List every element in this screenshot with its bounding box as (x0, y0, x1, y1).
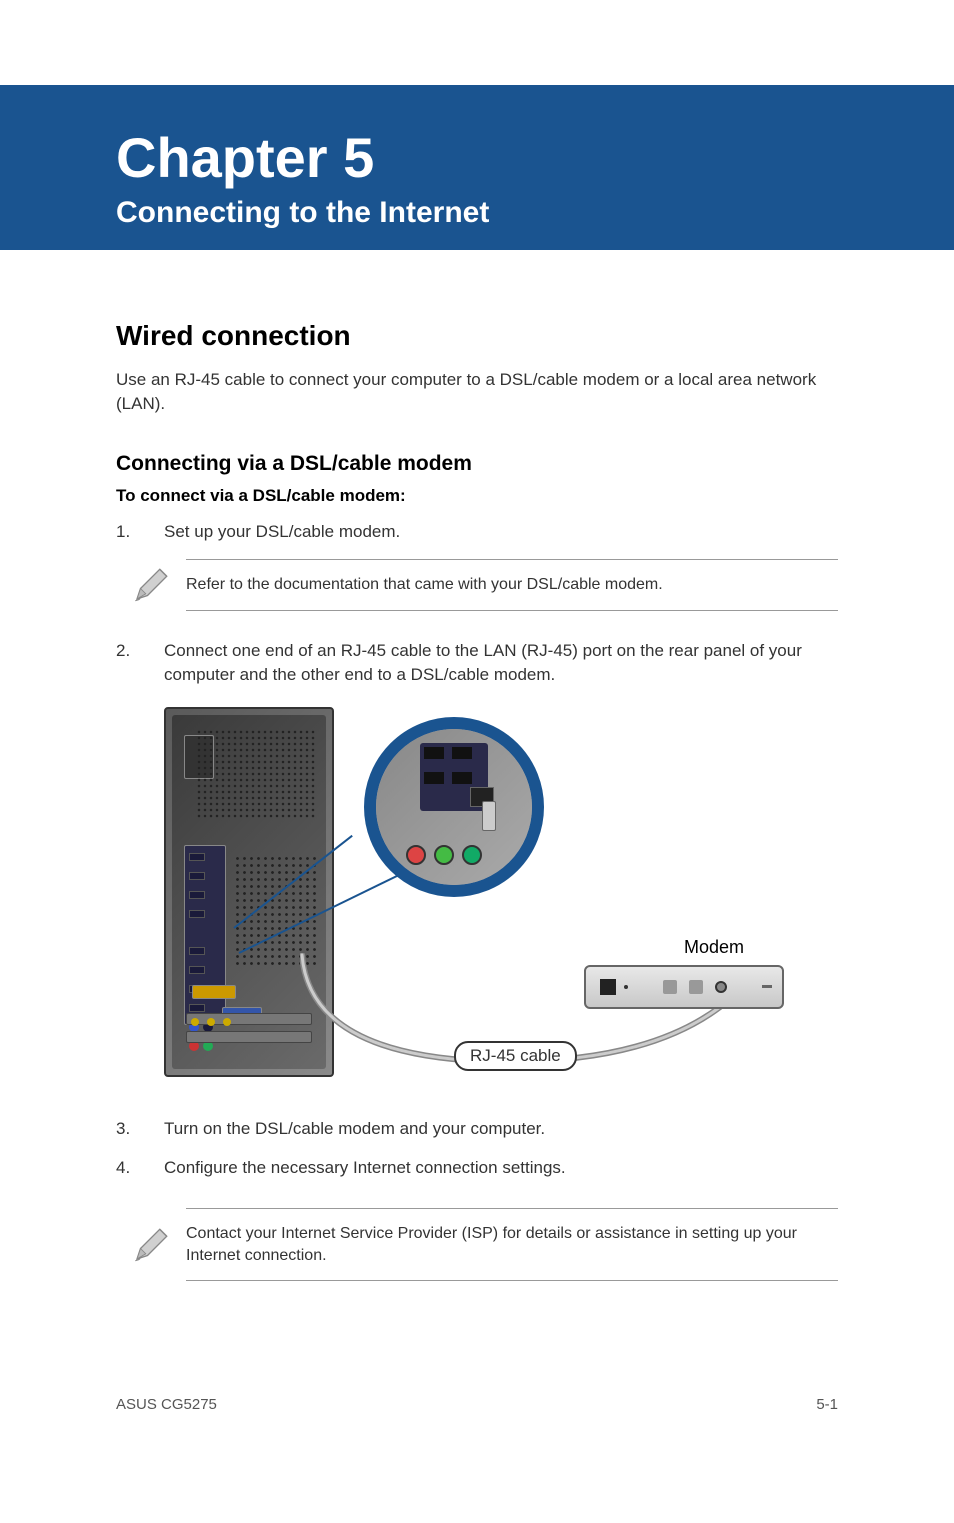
modem-label: Modem (684, 937, 744, 958)
zoom-callout (364, 717, 544, 897)
cable-label: RJ-45 cable (454, 1041, 577, 1071)
step-number: 1. (116, 520, 164, 544)
chapter-title: Chapter 5 (116, 125, 954, 190)
subsection-heading: Connecting via a DSL/cable modem (116, 452, 838, 476)
step-text: Set up your DSL/cable modem. (164, 520, 838, 544)
chapter-subtitle: Connecting to the Internet (116, 196, 954, 230)
step-4: 4. Configure the necessary Internet conn… (116, 1156, 838, 1180)
footer-model: ASUS CG5275 (116, 1396, 217, 1413)
connection-diagram: Modem RJ-45 cable (164, 707, 784, 1087)
pencil-note-icon (116, 1224, 186, 1266)
step-number: 4. (116, 1156, 164, 1180)
note-2: Contact your Internet Service Provider (… (116, 1208, 838, 1281)
note-1: Refer to the documentation that came wit… (116, 559, 838, 611)
chapter-header: Chapter 5 Connecting to the Internet (0, 85, 954, 250)
note-text: Contact your Internet Service Provider (… (186, 1208, 838, 1281)
page-footer: ASUS CG5275 5-1 (116, 1396, 838, 1413)
step-text: Configure the necessary Internet connect… (164, 1156, 838, 1180)
step-2: 2. Connect one end of an RJ-45 cable to … (116, 639, 838, 687)
instruction-bold: To connect via a DSL/cable modem: (116, 486, 838, 506)
step-1: 1. Set up your DSL/cable modem. (116, 520, 838, 544)
intro-paragraph: Use an RJ-45 cable to connect your compu… (116, 368, 838, 416)
page-content: Wired connection Use an RJ-45 cable to c… (0, 320, 954, 1281)
step-number: 3. (116, 1117, 164, 1141)
note-text: Refer to the documentation that came wit… (186, 559, 838, 611)
step-number: 2. (116, 639, 164, 687)
step-text: Turn on the DSL/cable modem and your com… (164, 1117, 838, 1141)
step-text: Connect one end of an RJ-45 cable to the… (164, 639, 838, 687)
section-heading: Wired connection (116, 320, 838, 352)
step-3: 3. Turn on the DSL/cable modem and your … (116, 1117, 838, 1141)
modem-illustration (584, 965, 784, 1009)
footer-page-number: 5-1 (816, 1396, 838, 1413)
pencil-note-icon (116, 564, 186, 606)
